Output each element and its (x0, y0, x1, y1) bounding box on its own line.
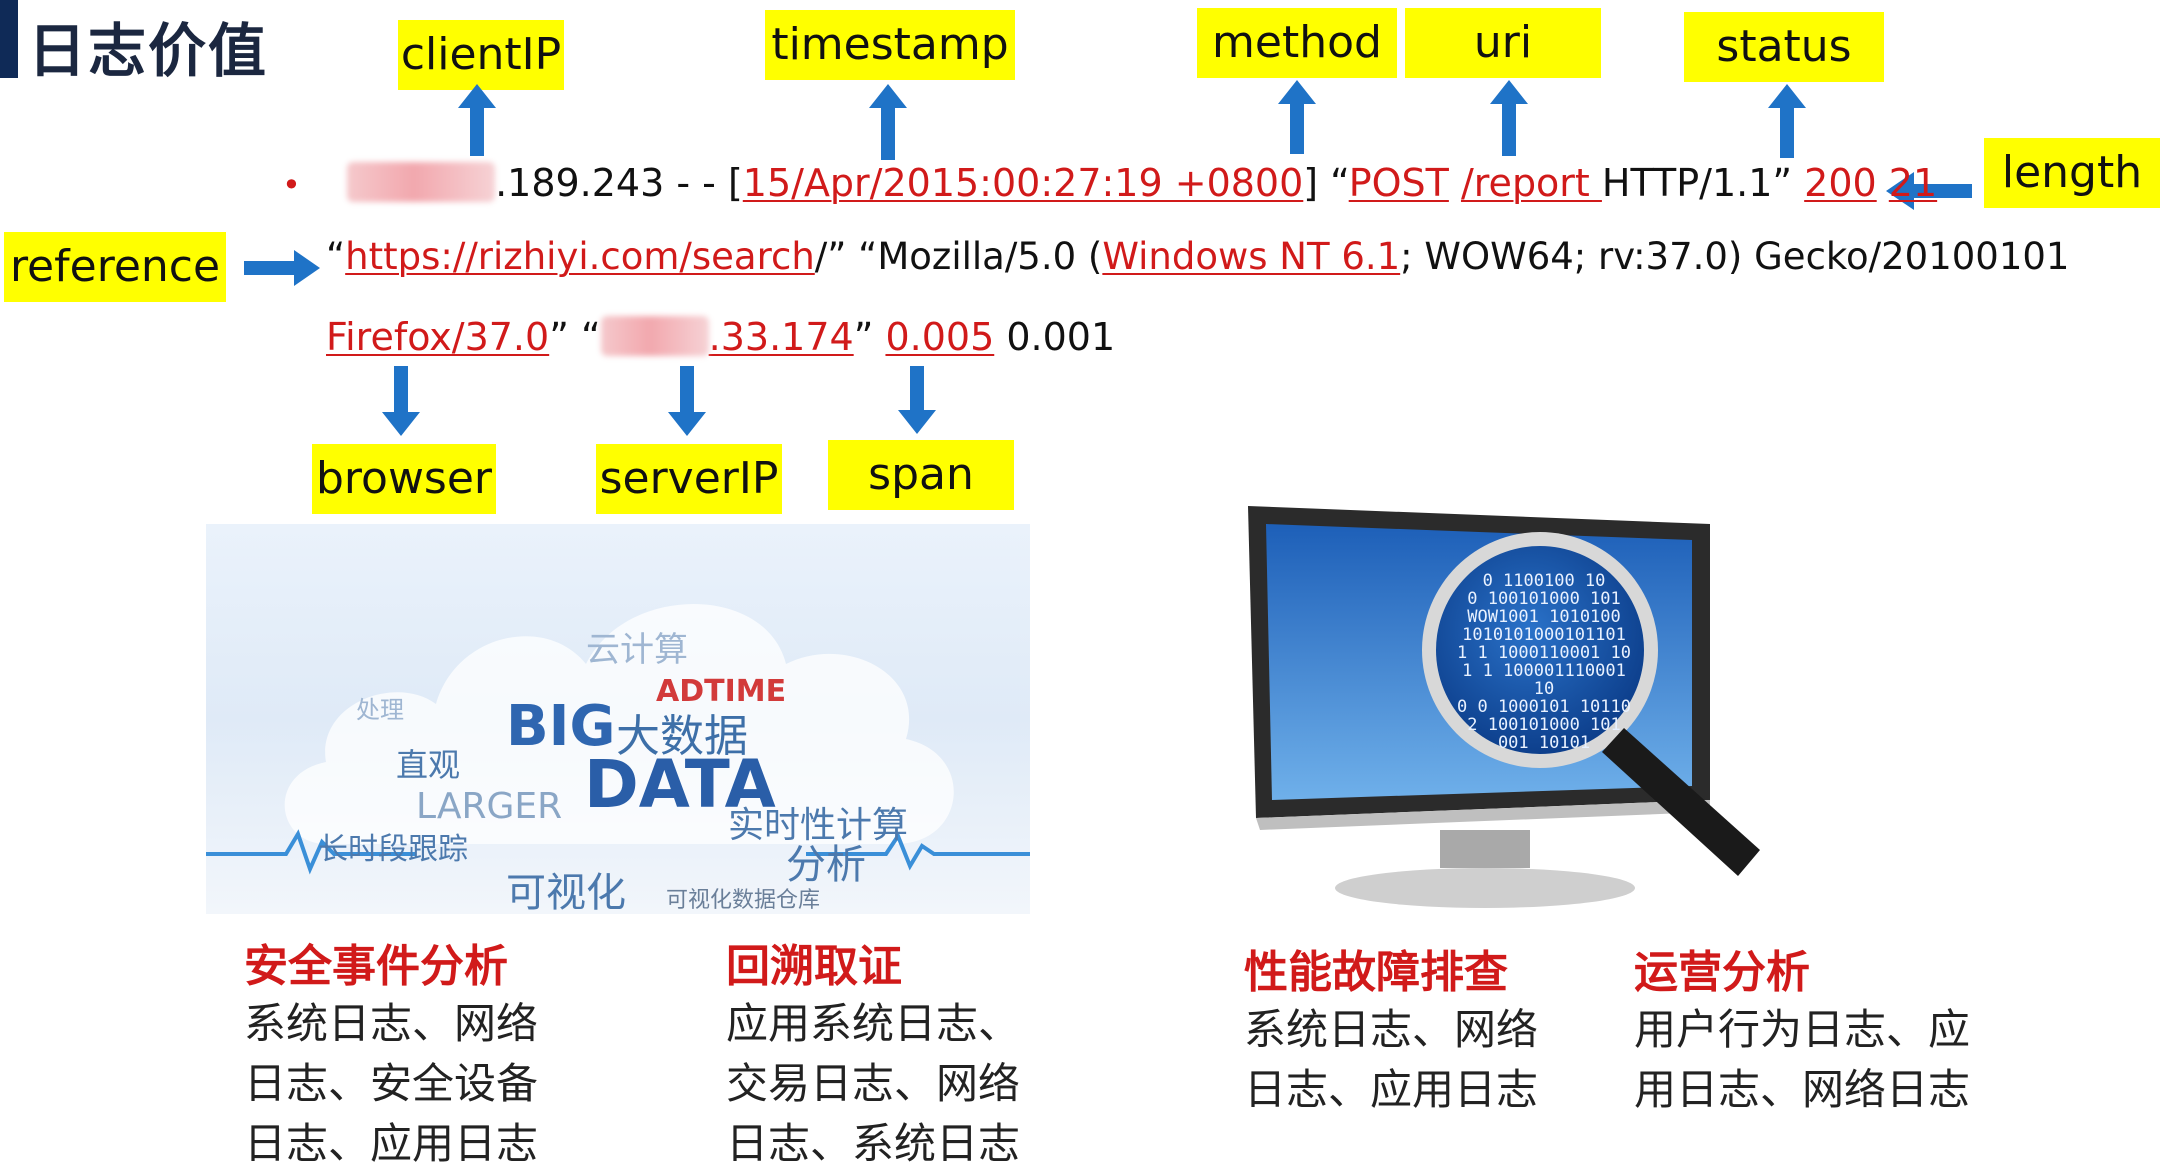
sep: ] “ (1303, 161, 1349, 205)
length-value: 21 (1888, 161, 1938, 205)
title-accent-bar (0, 0, 18, 78)
binary-row: 0 100101000 101 (1467, 589, 1621, 609)
redacted-server-ip (600, 316, 709, 356)
cloud-word-larger: LARGER (416, 786, 563, 827)
caption-line: 日志、应用日志 (1244, 1065, 1539, 1114)
sep: - - [ (664, 161, 743, 205)
tail-value: 0.001 (994, 315, 1116, 359)
binary-row: 1 1 1000110001 10 (1457, 643, 1631, 663)
arrow-right-reference (244, 250, 320, 286)
caption-title: 安全事件分析 (244, 941, 508, 992)
big-data-image: BIG 大数据 DATA ADTIME 实时性计算 分析 可视化 长时段跟踪 L… (206, 524, 1030, 914)
binary-row: 0 0 1000101 10110 (1457, 697, 1631, 717)
status-value: 200 (1804, 161, 1877, 205)
caption-performance-troubleshooting: 性能故障排查 系统日志、网络 日志、应用日志 (1244, 936, 1538, 1120)
arrow-up-status (1768, 84, 1806, 158)
caption-forensics: 回溯取证 应用系统日志、 交易日志、网络 日志、系统日志 (726, 930, 1020, 1174)
caption-title: 性能故障排查 (1244, 947, 1508, 998)
arrow-up-uri (1490, 80, 1528, 156)
arrow-down-span (898, 366, 936, 434)
client-ip-tail: .189.243 (495, 161, 665, 205)
binary-row: WOW1001 1010100 (1467, 607, 1621, 627)
cloud-word-adtime: ADTIME (656, 674, 787, 709)
label-reference: reference (4, 232, 226, 302)
cloud-word-zhiguan: 直观 (396, 746, 461, 784)
label-serverip: serverIP (596, 444, 782, 514)
label-browser: browser (312, 444, 496, 514)
cloud-word-keshihua: 可视化 (506, 870, 626, 914)
referer-value: https://rizhiyi.com/search (345, 235, 815, 278)
sep: “ (326, 235, 346, 278)
timestamp-value: 15/Apr/2015:00:27:19 +0800 (742, 161, 1304, 205)
caption-security-analysis: 安全事件分析 系统日志、网络 日志、安全设备 日志、应用日志 (244, 930, 538, 1174)
log-line-2: “https://rizhiyi.com/search/” “Mozilla/5… (326, 238, 2069, 275)
binary-text: 0 1100100 10 0 100101000 101 WOW1001 101… (1454, 572, 1634, 752)
caption-line: 用户行为日志、应 (1634, 1005, 1971, 1054)
binary-row: 1010101000101101 (1462, 625, 1626, 645)
uri-value: /report (1460, 161, 1602, 205)
page-title: 日志价值 (28, 17, 269, 85)
server-ip-tail: .33.174 (708, 315, 854, 359)
log-line-1: • .189.243 - - [15/Apr/2015:00:27:19 +08… (282, 162, 1937, 202)
caption-line: 应用系统日志、 (726, 999, 1021, 1048)
caption-operations-analysis: 运营分析 用户行为日志、应 用日志、网络日志 (1634, 936, 1970, 1120)
sep (1449, 161, 1461, 205)
server-ip-field: .33.174 (600, 315, 854, 359)
binary-row: 2 100101000 101 (1467, 715, 1621, 735)
label-method: method (1197, 8, 1397, 78)
caption-title: 运营分析 (1634, 947, 1810, 998)
monitor-magnifier-image: 0 1100100 10 0 100101000 101 WOW1001 101… (1240, 500, 1840, 930)
arrow-up-method (1278, 80, 1316, 154)
label-status: status (1684, 12, 1884, 82)
label-timestamp: timestamp (765, 10, 1015, 80)
method-value: POST (1348, 161, 1449, 205)
bullet: • (282, 166, 301, 204)
label-uri: uri (1405, 8, 1601, 78)
browser-value: Firefox/37.0 (326, 315, 550, 359)
arrow-up-clientip (458, 84, 496, 156)
binary-row: 1 1 100001110001 10 (1462, 661, 1626, 699)
caption-line: 用日志、网络日志 (1634, 1065, 1971, 1114)
binary-row: 0 1100100 10 (1482, 571, 1606, 591)
arrow-down-browser (382, 366, 420, 436)
cloud-word-cangku: 可视化数据仓库 (666, 888, 821, 913)
caption-line: 交易日志、网络 (726, 1059, 1021, 1108)
redacted-client-ip (347, 162, 496, 202)
user-agent-rest: ; WOW64; rv:37.0) Gecko/20100101 (1400, 235, 2070, 278)
cloud-word-yunjisuan: 云计算 (586, 630, 688, 670)
caption-line: 系统日志、网络 (1244, 1005, 1539, 1054)
caption-line: 日志、安全设备 (244, 1059, 539, 1108)
arrow-down-serverip (668, 366, 706, 436)
sep: ” (853, 315, 886, 359)
caption-line: 日志、系统日志 (726, 1119, 1021, 1168)
protocol-value: HTTP/1.1” (1601, 161, 1805, 205)
sep (1877, 161, 1889, 205)
label-length: length (1984, 138, 2160, 208)
span-value: 0.005 (885, 315, 995, 359)
cloud-word-changshi: 长时段跟踪 (318, 832, 468, 867)
log-line-3: Firefox/37.0” “ .33.174” 0.005 0.001 (326, 316, 1115, 356)
caption-line: 日志、应用日志 (244, 1119, 539, 1168)
label-clientip: clientIP (398, 20, 564, 90)
caption-title: 回溯取证 (726, 941, 902, 992)
arrow-up-timestamp (869, 84, 907, 160)
label-span: span (828, 440, 1014, 510)
sep: ” “ (549, 315, 601, 359)
cloud-word-chuli: 处理 (356, 696, 404, 724)
user-agent-start: /” “Mozilla/5.0 ( (814, 235, 1103, 278)
caption-line: 系统日志、网络 (244, 999, 539, 1048)
os-value: Windows NT 6.1 (1102, 235, 1401, 278)
binary-row: 001 10101 (1497, 733, 1591, 753)
